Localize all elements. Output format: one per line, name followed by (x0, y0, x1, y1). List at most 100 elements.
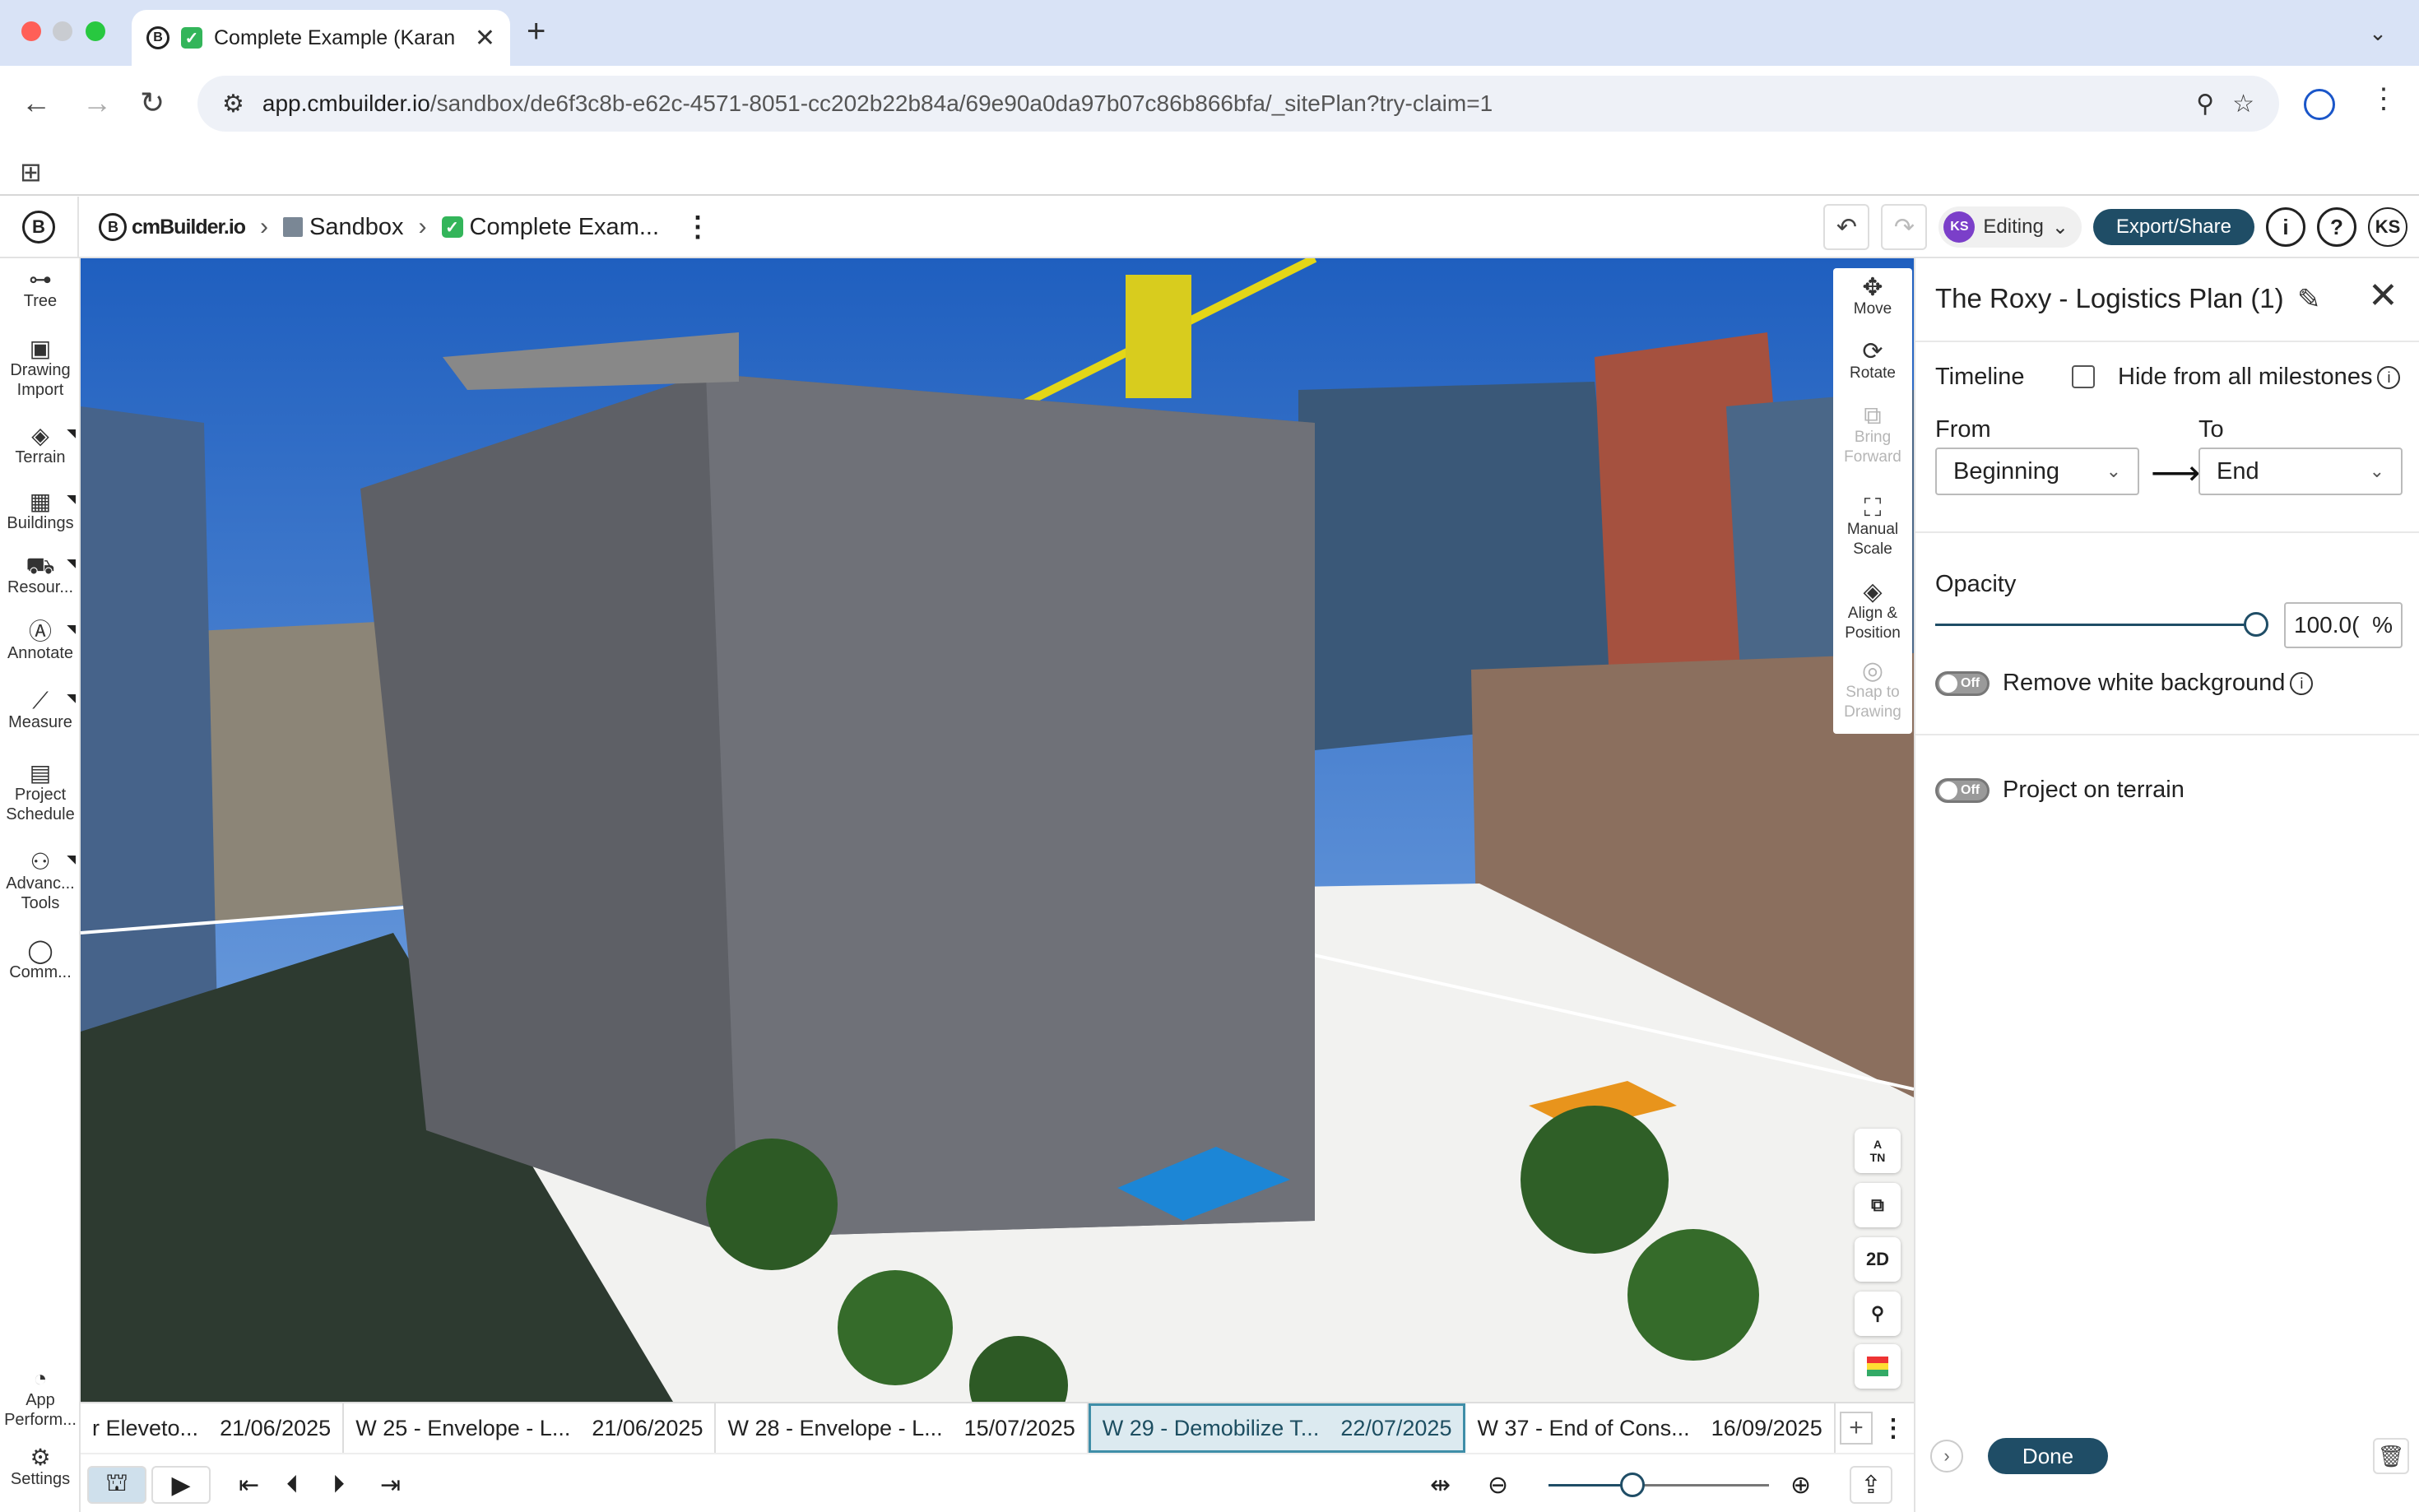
profile-icon[interactable] (2304, 89, 2335, 120)
from-select[interactable]: Beginning ⌄ (1935, 448, 2139, 495)
sidebar-item-project-schedule[interactable]: ▤ Project Schedule (0, 762, 81, 824)
timeline-zoom-slider[interactable] (1548, 1473, 1769, 1497)
forward-arrow-icon[interactable]: → (82, 86, 112, 120)
manual-scale-tool[interactable]: ⛶ Manual Scale (1833, 496, 1912, 559)
maximize-window-button[interactable] (86, 21, 105, 41)
project-on-terrain-toggle[interactable]: Off (1935, 778, 1990, 803)
url-text[interactable]: app.cmbuilder.io/sandbox/de6f3c8b-e62c-4… (262, 90, 2178, 117)
skip-to-start-icon[interactable]: ⇤ (239, 1466, 259, 1504)
sidebar-item-label: Annotate (7, 644, 74, 662)
opacity-slider[interactable] (1935, 612, 2268, 637)
site-settings-icon[interactable]: ⚙ (222, 90, 244, 118)
app-logo[interactable]: B (0, 197, 79, 257)
trash-icon[interactable]: 🗑 (2373, 1438, 2409, 1474)
project-on-terrain-label: Project on terrain (2003, 777, 2185, 803)
editor-avatar: KS (1943, 211, 1976, 243)
to-select[interactable]: End ⌄ (2198, 448, 2403, 495)
opacity-input[interactable]: 100.0(% (2284, 602, 2403, 648)
opacity-slider-handle[interactable] (2244, 612, 2268, 637)
chevron-right-icon[interactable]: › (1930, 1440, 1963, 1473)
new-tab-button[interactable]: + (527, 13, 546, 50)
add-milestone-button[interactable]: + (1840, 1412, 1873, 1445)
step-forward-icon[interactable]: ⏵ (332, 1466, 345, 1504)
sidebar-item-app-performance[interactable]: ◔ App Perform... (0, 1366, 81, 1430)
layers-button[interactable]: ⧉ (1855, 1183, 1901, 1227)
align-position-tool[interactable]: ◈ Align & Position (1833, 580, 1912, 643)
apps-grid-icon[interactable]: ⊞ (20, 156, 42, 188)
sidebar-item-advanced-tools[interactable]: ◥ ⚇ Advanc... Tools (0, 851, 81, 913)
sidebar-item-comments[interactable]: ◯ Comm... (0, 939, 81, 982)
fit-timeline-icon[interactable]: ⇹ (1430, 1466, 1451, 1504)
zoom-slider-handle[interactable] (1619, 1473, 1645, 1497)
pedestrian-view-button[interactable]: ⚲ (1855, 1292, 1901, 1336)
milestone-item[interactable]: W 28 - Envelope - L... 15/07/2025 (716, 1403, 1089, 1453)
editing-mode-dropdown[interactable]: KS Editing ⌄ (1938, 206, 2082, 248)
from-select-value: Beginning (1953, 457, 2059, 485)
toggle-state: Off (1961, 676, 1980, 690)
tool-label: Bring Forward (1844, 429, 1901, 466)
help-button[interactable]: ? (2317, 207, 2356, 247)
sidebar-item-buildings[interactable]: ◥ ▦ Buildings (0, 490, 81, 533)
bring-forward-tool[interactable]: ⧉ Bring Forward (1833, 404, 1912, 467)
close-panel-icon[interactable]: ✕ (2368, 275, 2398, 317)
zoom-out-icon[interactable]: ⊖ (1488, 1466, 1508, 1504)
remove-white-bg-toggle[interactable]: Off (1935, 671, 1990, 696)
3d-viewport[interactable] (81, 258, 1914, 1402)
browser-menu-icon[interactable]: ⋮ (2370, 82, 2398, 115)
snap-to-drawing-tool[interactable]: ◎ Snap to Drawing (1833, 659, 1912, 722)
info-icon[interactable]: i (2290, 672, 2314, 696)
sidebar-item-resources[interactable]: ◥ ⛟ Resour... (0, 554, 81, 597)
project-menu-icon[interactable]: ⋮ (684, 211, 712, 243)
hide-milestones-checkbox[interactable] (2072, 365, 2095, 388)
browser-toolbar: ← → ↻ ⚙ app.cmbuilder.io/sandbox/de6f3c8… (0, 66, 2419, 141)
move-tool[interactable]: ✥ Move (1833, 276, 1912, 319)
rotate-tool[interactable]: ⟳ Rotate (1833, 340, 1912, 383)
performance-gauge-icon: ◔ (33, 1366, 48, 1391)
info-button[interactable]: i (2266, 207, 2305, 247)
user-avatar-button[interactable]: KS (2368, 207, 2407, 247)
milestone-item[interactable]: W 37 - End of Cons... 16/09/2025 (1465, 1403, 1836, 1453)
sidebar-item-tree[interactable]: ⊶ Tree (0, 268, 81, 311)
sidebar-item-settings[interactable]: ⚙ Settings (0, 1446, 81, 1489)
undo-button[interactable]: ↶ (1823, 204, 1870, 250)
timeline-menu-icon[interactable]: ⋮ (1881, 1414, 1906, 1443)
sidebar-item-measure[interactable]: ◥ ⟋ Measure (0, 689, 81, 732)
legend-button[interactable] (1855, 1344, 1901, 1389)
browser-tab[interactable]: B ✓ Complete Example (Karan ✕ (132, 10, 510, 66)
presentation-button[interactable]: ▶ (151, 1466, 211, 1504)
tab-close-icon[interactable]: ✕ (475, 24, 495, 53)
timeline-label: Timeline (1935, 364, 2025, 390)
zoom-in-icon[interactable]: ⊕ (1790, 1466, 1811, 1504)
sidebar-item-drawing-import[interactable]: ▣ Drawing Import (0, 337, 81, 400)
sidebar-item-terrain[interactable]: ◥ ◈ Terrain (0, 424, 81, 467)
milestone-date: 16/09/2025 (1711, 1415, 1822, 1440)
breadcrumb-sandbox[interactable]: Sandbox (283, 214, 404, 241)
done-button[interactable]: Done (1988, 1438, 2108, 1474)
tab-search-chevron-icon[interactable]: ⌄ (2360, 15, 2396, 51)
2d-toggle-button[interactable]: 2D (1855, 1237, 1901, 1282)
breadcrumb-brand[interactable]: BcmBuilder.io (99, 213, 246, 241)
back-arrow-icon[interactable]: ← (21, 86, 51, 120)
export-share-button[interactable]: Export/Share (2092, 209, 2254, 245)
bookmark-star-icon[interactable]: ☆ (2232, 90, 2254, 118)
address-bar[interactable]: ⚙ app.cmbuilder.io/sandbox/de6f3c8b-e62c… (197, 76, 2279, 132)
crane-icon: ⛫ (105, 1469, 128, 1496)
redo-button[interactable]: ↷ (1881, 204, 1928, 250)
skip-to-end-icon[interactable]: ⇥ (380, 1466, 401, 1504)
step-back-icon[interactable]: ⏴ (286, 1466, 299, 1504)
bookmarks-bar: ⊞ (0, 141, 2419, 196)
reload-icon[interactable]: ↻ (140, 86, 165, 120)
milestone-item[interactable]: W 25 - Envelope - L... 21/06/2025 (344, 1403, 717, 1453)
upload-button[interactable]: ⇪ (1850, 1466, 1892, 1504)
sidebar-item-annotate[interactable]: ◥ Ⓐ Annotate (0, 620, 81, 663)
info-icon[interactable]: i (2377, 366, 2401, 390)
minimize-window-button[interactable] (53, 21, 72, 41)
crane-view-button[interactable]: ⛫ (87, 1466, 146, 1504)
edit-pencil-icon[interactable]: ✎ (2297, 283, 2321, 316)
zoom-magnifier-icon[interactable]: ⚲ (2196, 90, 2214, 118)
breadcrumb-project[interactable]: ✓ Complete Exam... (441, 214, 659, 241)
true-north-button[interactable]: A TN (1855, 1129, 1901, 1173)
milestone-item-active[interactable]: W 29 - Demobilize T... 22/07/2025 (1088, 1403, 1466, 1453)
milestone-item[interactable]: r Eleveto... 21/06/2025 (81, 1403, 345, 1453)
close-window-button[interactable] (21, 21, 41, 41)
